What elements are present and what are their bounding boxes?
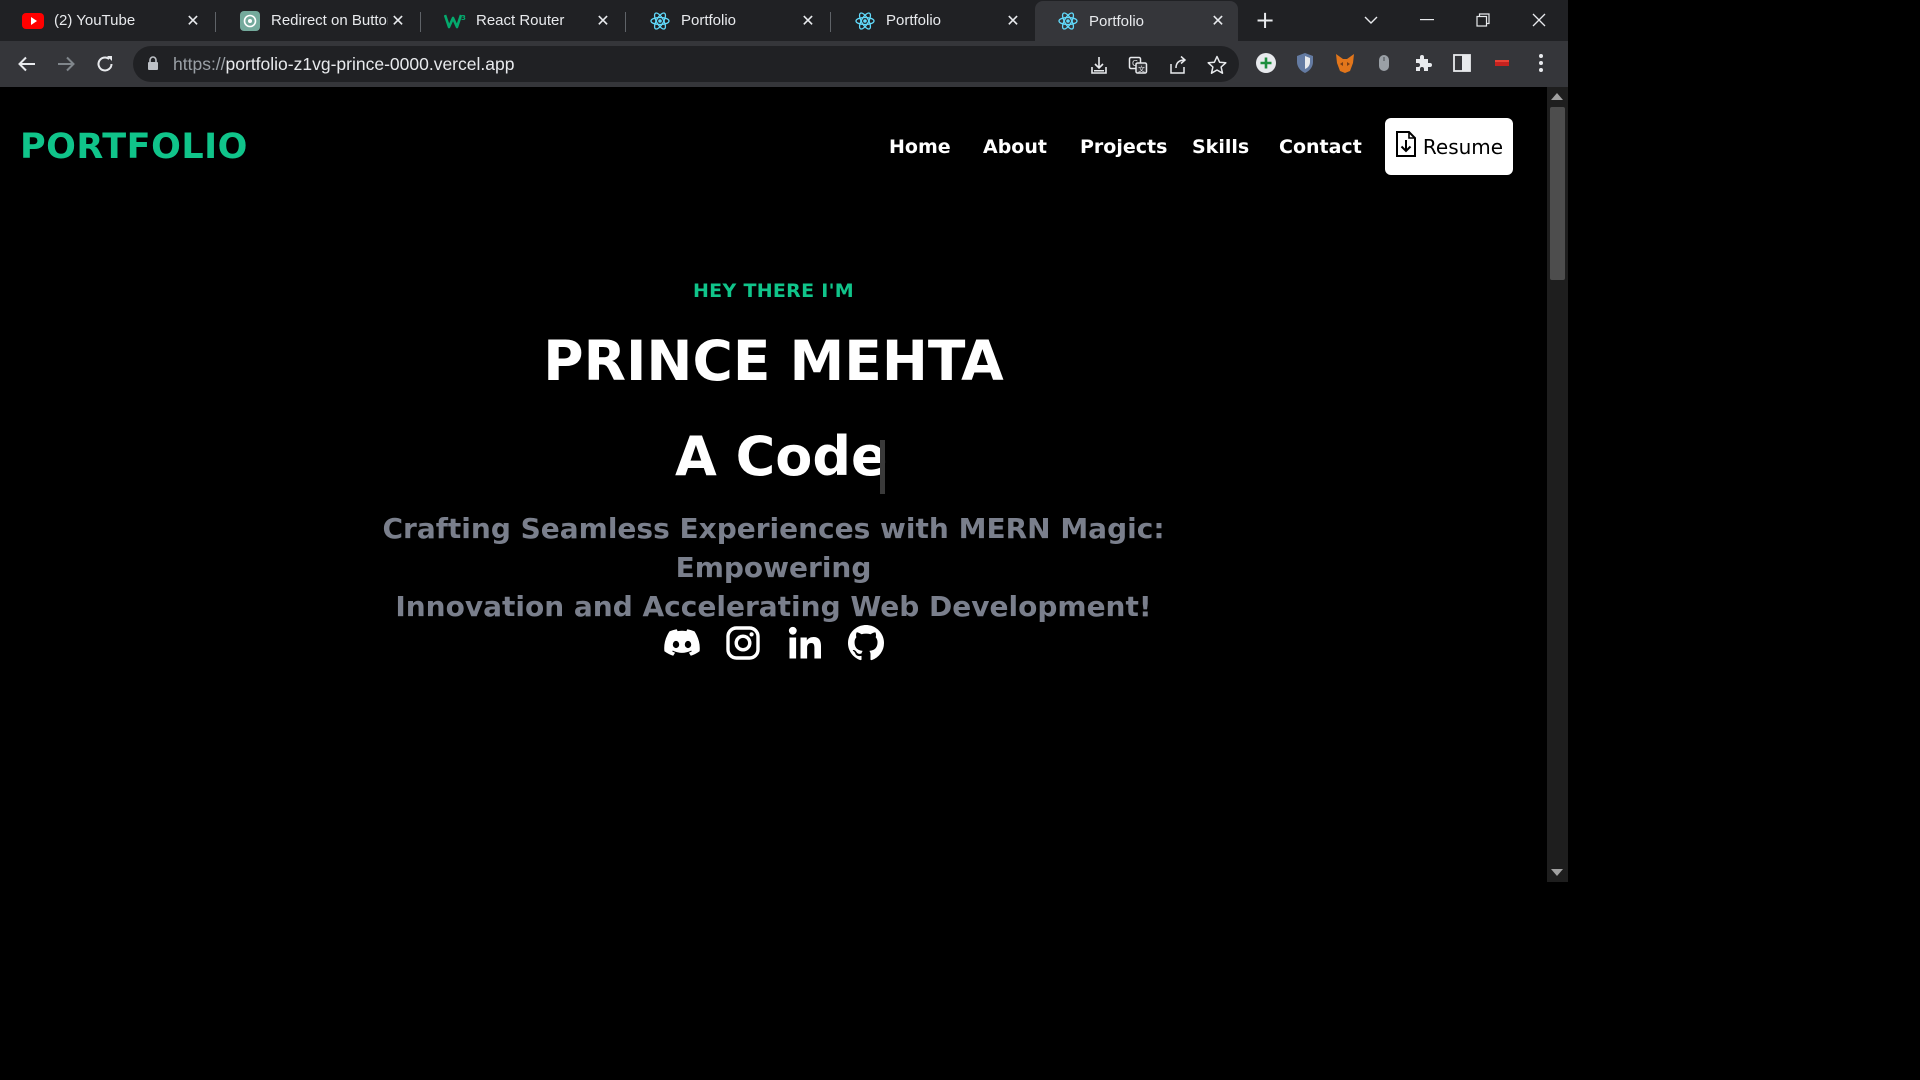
scrollbar-thumb[interactable]: [1550, 107, 1565, 280]
close-icon[interactable]: ✕: [183, 11, 203, 31]
hero-typed-text: A Code: [675, 425, 888, 488]
react-icon: [854, 10, 876, 32]
w3-icon: 3: [444, 10, 466, 32]
tab-separator: [420, 12, 421, 32]
close-icon[interactable]: ✕: [1003, 11, 1023, 31]
tab-title: Portfolio: [681, 12, 737, 29]
restore-icon: [1476, 13, 1490, 27]
github-link[interactable]: [847, 624, 885, 662]
tab-redirect-on-button[interactable]: Redirect on Button ✕: [217, 0, 418, 41]
tab-portfolio-2[interactable]: Portfolio ✕: [832, 0, 1033, 41]
tab-youtube[interactable]: (2) YouTube ✕: [0, 0, 213, 41]
close-icon: [1532, 13, 1546, 27]
lock-icon[interactable]: [147, 56, 159, 75]
github-icon: [848, 625, 884, 661]
address-bar[interactable]: https://portfolio-z1vg-prince-0000.verce…: [133, 46, 1239, 82]
tab-search-button[interactable]: [1357, 8, 1385, 32]
typing-cursor: [880, 440, 885, 494]
forward-button[interactable]: [53, 51, 79, 77]
svg-text:文: 文: [1138, 65, 1145, 74]
svg-text:3: 3: [461, 14, 466, 22]
restore-button[interactable]: [1469, 8, 1497, 32]
linkedin-icon: [788, 626, 821, 659]
openai-icon: [239, 10, 261, 32]
linkedin-link[interactable]: [786, 624, 824, 662]
chevron-down-icon: [1364, 16, 1378, 24]
minimize-button[interactable]: [1413, 8, 1441, 32]
arrow-right-icon: [58, 56, 75, 72]
mouse-extension-icon[interactable]: [1373, 52, 1395, 74]
tab-react-router[interactable]: 3 React Router ✕: [422, 0, 623, 41]
hero-tagline: Crafting Seamless Experiences with MERN …: [320, 509, 1227, 626]
close-icon[interactable]: ✕: [798, 11, 818, 31]
tab-separator: [215, 12, 216, 32]
instagram-link[interactable]: [724, 624, 762, 662]
resume-label: Resume: [1422, 134, 1504, 159]
tab-separator: [625, 12, 626, 32]
tagline-line-1: Crafting Seamless Experiences with MERN …: [382, 512, 1165, 584]
close-icon[interactable]: ✕: [388, 11, 408, 31]
share-icon[interactable]: [1167, 54, 1189, 76]
back-button[interactable]: [14, 51, 40, 77]
hero-name: PRINCE MEHTA: [543, 329, 1004, 393]
nav-about[interactable]: About: [983, 136, 1047, 158]
discord-link[interactable]: [663, 624, 701, 662]
tab-title: React Router: [476, 12, 565, 29]
url-text[interactable]: https://portfolio-z1vg-prince-0000.verce…: [173, 54, 514, 75]
install-app-icon[interactable]: [1088, 54, 1110, 76]
page-scrollbar[interactable]: [1547, 87, 1568, 882]
close-window-button[interactable]: [1525, 8, 1553, 32]
minimize-icon: [1420, 19, 1434, 21]
react-icon: [649, 10, 671, 32]
puzzle-extensions-icon[interactable]: [1412, 52, 1434, 74]
react-icon: [1057, 10, 1079, 32]
page-viewport: PORTFOLIO Home About Projects Skills Con…: [0, 87, 1547, 882]
menu-kebab-icon[interactable]: [1530, 52, 1552, 74]
tab-portfolio-1[interactable]: Portfolio ✕: [627, 0, 828, 41]
nav-home[interactable]: Home: [889, 136, 951, 158]
instagram-icon: [726, 626, 760, 660]
hero-eyebrow: HEY THERE I'M: [692, 280, 854, 302]
close-icon[interactable]: ✕: [1208, 11, 1228, 31]
tab-title: Redirect on Button: [271, 12, 388, 29]
metamask-fox-icon[interactable]: [1334, 52, 1356, 74]
side-panel-icon[interactable]: [1451, 52, 1473, 74]
discord-icon: [664, 629, 700, 656]
tagline-line-2: Innovation and Accelerating Web Developm…: [395, 590, 1152, 623]
file-download-icon: [1395, 131, 1417, 162]
translate-icon[interactable]: G文: [1127, 54, 1149, 76]
tab-title: Portfolio: [886, 12, 942, 29]
profile-avatar-icon[interactable]: [1491, 52, 1513, 74]
arrow-left-icon: [18, 56, 35, 72]
tab-title: (2) YouTube: [54, 12, 136, 29]
nav-contact[interactable]: Contact: [1279, 136, 1362, 158]
extension-plus-icon[interactable]: [1255, 52, 1277, 74]
bookmark-star-icon[interactable]: [1206, 54, 1228, 76]
browser-toolbar: https://portfolio-z1vg-prince-0000.verce…: [0, 41, 1568, 87]
site-logo[interactable]: PORTFOLIO: [20, 127, 248, 167]
reload-icon: [97, 56, 113, 72]
reload-button[interactable]: [92, 51, 118, 77]
scroll-down-arrow-icon[interactable]: [1551, 869, 1563, 876]
youtube-icon: [22, 10, 44, 32]
tab-portfolio-active[interactable]: Portfolio ✕: [1035, 1, 1238, 41]
nav-projects[interactable]: Projects: [1080, 136, 1167, 158]
tab-title: Portfolio: [1089, 12, 1145, 30]
close-icon[interactable]: ✕: [593, 11, 613, 31]
scroll-up-arrow-icon[interactable]: [1551, 93, 1563, 100]
shield-icon[interactable]: [1294, 52, 1316, 74]
nav-skills[interactable]: Skills: [1192, 136, 1249, 158]
new-tab-button[interactable]: +: [1254, 8, 1276, 32]
tab-separator: [830, 12, 831, 32]
tab-strip: (2) YouTube ✕ Redirect on Button ✕ 3 Rea…: [0, 0, 1568, 41]
resume-download-button[interactable]: Resume: [1385, 118, 1513, 175]
